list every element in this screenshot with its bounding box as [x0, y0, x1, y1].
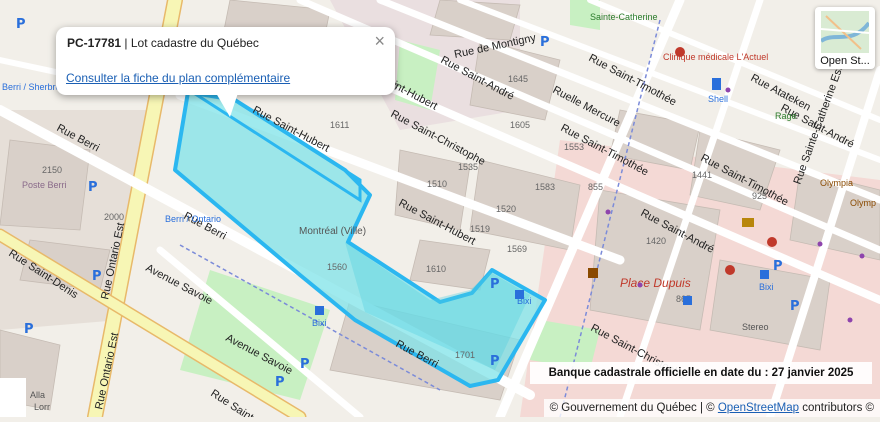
basemap-label: Open St... [820, 55, 870, 67]
hospital-icon [675, 47, 685, 57]
basemap-toggle-button[interactable]: Open St... [815, 7, 875, 69]
poi-dot [605, 209, 611, 215]
parking-icon: P [24, 322, 34, 337]
parking-icon: P [490, 277, 500, 292]
label-number: 1535 [458, 162, 478, 172]
pharmacy-icon [725, 265, 735, 275]
label-place: Bixi [759, 282, 774, 292]
lot-type: Lot cadastre du Québec [130, 36, 259, 50]
label-place: Shell [708, 94, 728, 104]
mail-icon [742, 218, 754, 227]
attribution-suffix: contributors © [799, 402, 874, 414]
poi-dot [725, 87, 731, 93]
parking-icon: P [790, 299, 800, 314]
cadastre-date-banner: Banque cadastrale officielle en date du … [530, 362, 872, 384]
label-place: Bixi [312, 318, 327, 328]
popup-title: PC-17781 | Lot cadastre du Québec [67, 36, 259, 50]
label-place: Sainte-Catherine [590, 12, 658, 22]
label-number: 1560 [327, 262, 347, 272]
label-number: 1701 [455, 350, 475, 360]
label-number: 1553 [564, 142, 584, 152]
pharmacy-icon [767, 237, 777, 247]
label-place: Lorr [34, 402, 50, 412]
parking-icon: P [92, 269, 102, 284]
label-place: Alla [30, 390, 45, 400]
parking-icon: P [300, 357, 310, 372]
bixi-icon [760, 270, 769, 279]
label-place: Poste Berri [22, 180, 67, 190]
parcel-popup: PC-17781 | Lot cadastre du Québec × Cons… [56, 27, 395, 117]
parking-icon: P [540, 35, 550, 50]
label-number: 1441 [692, 170, 712, 180]
label-place: Place Dupuis [620, 276, 691, 290]
attribution-prefix: © Gouvernement du Québec | © [549, 402, 718, 414]
label-number: 1519 [470, 224, 490, 234]
label-number: 1645 [508, 74, 528, 84]
label-number: 1583 [535, 182, 555, 192]
label-number: 1605 [510, 120, 530, 130]
parking-icon: P [88, 180, 98, 195]
label-number: 1520 [496, 204, 516, 214]
basemap-thumbnail-map [821, 11, 869, 53]
label-place: Olympia [820, 178, 853, 188]
theatre-icon [588, 268, 598, 278]
label-number: 1610 [426, 264, 446, 274]
bixi-icon [515, 290, 524, 299]
poi-dot [817, 241, 823, 247]
label-place: Rage [775, 111, 797, 121]
label-place: Montréal (Ville) [299, 226, 366, 237]
plan-sheet-link[interactable]: Consulter la fiche du plan complémentair… [66, 71, 290, 85]
label-number: 1420 [646, 236, 666, 246]
label-place: Olymp [850, 198, 876, 208]
lot-id: PC-17781 [67, 36, 122, 50]
label-number: 925 [752, 191, 767, 201]
parking-icon: P [16, 17, 26, 32]
parking-icon: P [275, 375, 285, 390]
map-attribution: © Gouvernement du Québec | © OpenStreetM… [543, 399, 880, 417]
label-place: Berri / Ontario [165, 214, 221, 224]
label-number: 1510 [427, 179, 447, 189]
poi-dot [637, 282, 643, 288]
label-number: 1611 [330, 120, 349, 130]
poi-dot [859, 253, 865, 259]
bixi-icon [683, 296, 692, 305]
label-number: 855 [588, 182, 603, 192]
bixi-icon [315, 306, 324, 315]
poi-dot [847, 317, 853, 323]
label-number: 2000 [104, 212, 124, 222]
osm-link[interactable]: OpenStreetMap [718, 402, 799, 414]
close-icon[interactable]: × [374, 32, 385, 50]
basemap-thumbnail [821, 11, 869, 53]
scale-widget [0, 378, 26, 417]
parking-icon: P [773, 259, 783, 274]
title-separator: | [121, 36, 131, 50]
fuel-icon [712, 78, 721, 90]
popup-pointer [216, 93, 238, 117]
label-number: 2150 [42, 165, 62, 175]
label-place: Stereo [742, 322, 769, 332]
label-number: 1569 [507, 244, 527, 254]
parking-icon: P [490, 354, 500, 369]
